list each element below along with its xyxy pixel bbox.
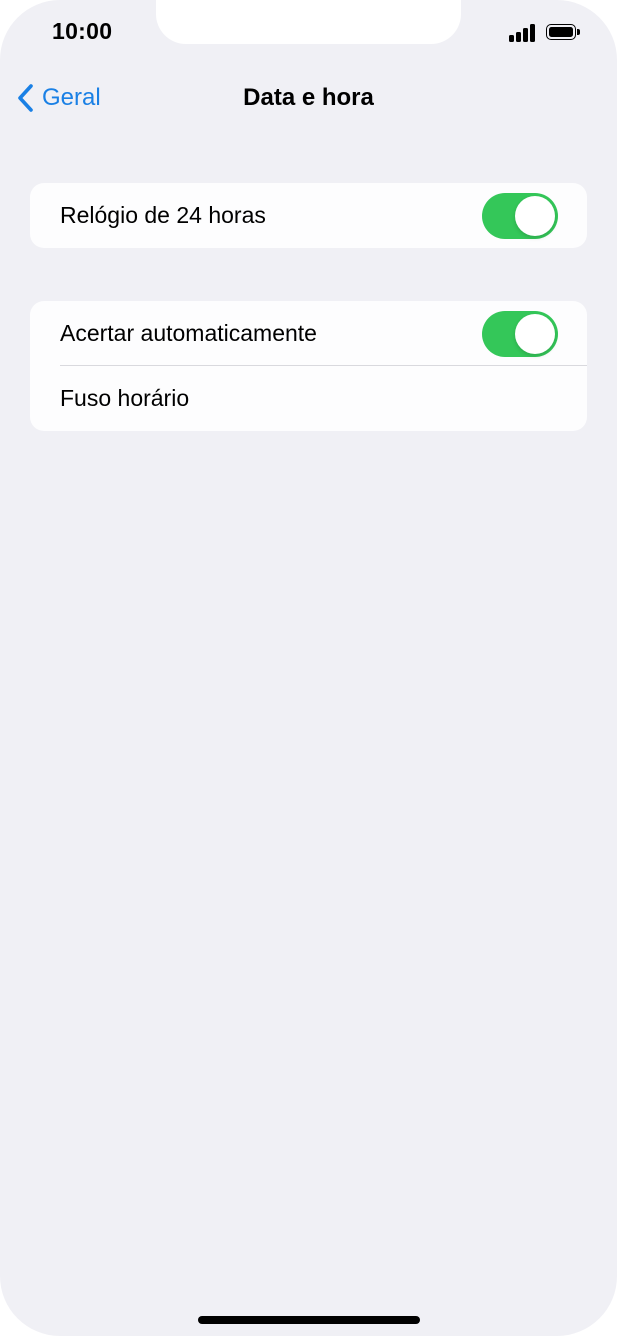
phone-screen: 10:00 Geral Data e hora Relógio de 24 ho… [0, 0, 617, 1336]
row-set-automatically: Acertar automaticamente [30, 301, 587, 366]
page-title: Data e hora [243, 84, 374, 111]
row-label: Acertar automaticamente [60, 320, 317, 346]
toggle-knob [515, 196, 555, 236]
battery-icon [546, 24, 580, 42]
row-label: Fuso horário [60, 385, 190, 411]
row-24-hour-clock: Relógio de 24 horas [30, 183, 587, 248]
cellular-signal-icon [509, 24, 537, 42]
notch [156, 0, 461, 44]
24-hour-clock-toggle[interactable] [482, 193, 558, 239]
row-time-zone[interactable]: Fuso horário [30, 366, 587, 431]
settings-group-clock: Relógio de 24 horas [30, 183, 587, 248]
toggle-knob [515, 314, 555, 354]
settings-group-time: Acertar automaticamente Fuso horário [30, 301, 587, 431]
status-time: 10:00 [52, 18, 113, 44]
set-automatically-toggle[interactable] [482, 311, 558, 357]
row-label: Relógio de 24 horas [60, 202, 266, 228]
home-indicator[interactable] [198, 1316, 420, 1324]
